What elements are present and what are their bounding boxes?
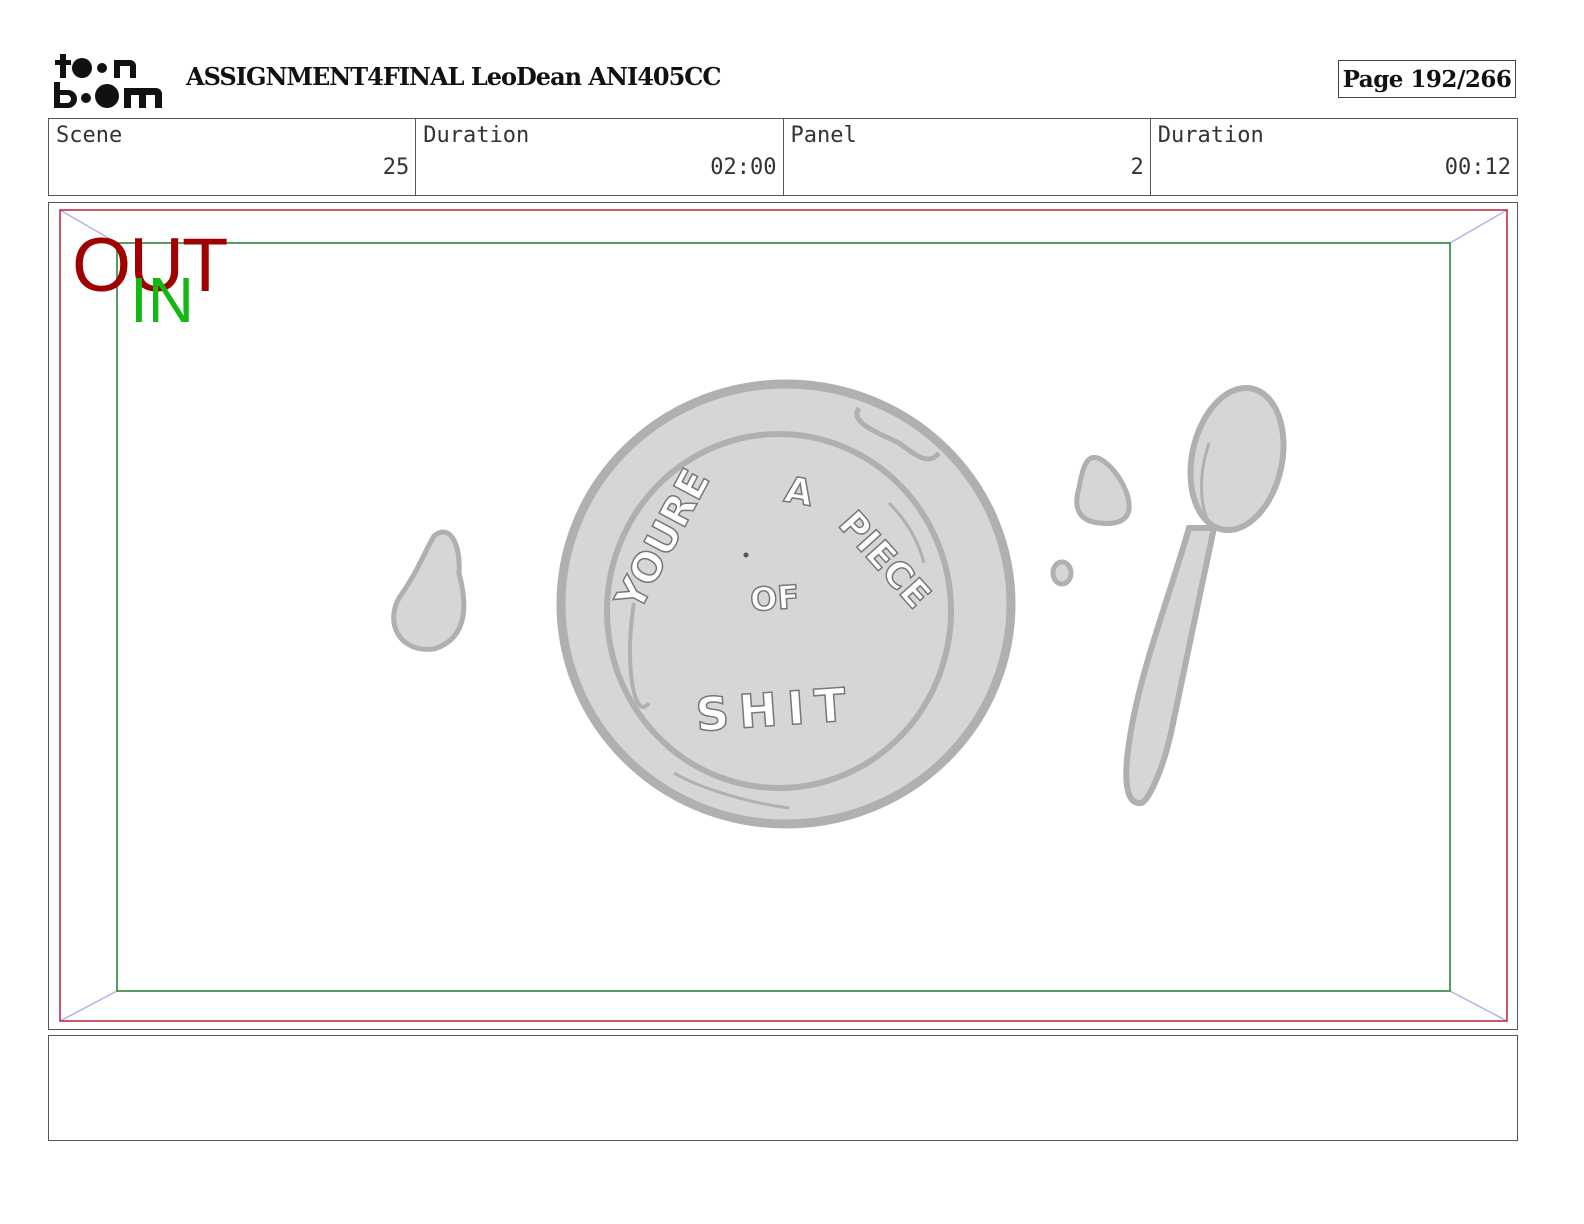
panel-duration-cell: Duration 00:12 xyxy=(1151,119,1517,195)
toon-boom-logo xyxy=(54,54,162,108)
document-title: ASSIGNMENT4FINAL LeoDean ANI405CC xyxy=(186,62,722,91)
scene-label: Scene xyxy=(56,123,123,148)
panel-duration-label: Duration xyxy=(1157,123,1264,148)
panel-cell: Panel 2 xyxy=(784,119,1151,195)
svg-text:OF: OF xyxy=(749,578,801,619)
in-frame-label: IN xyxy=(130,264,194,336)
scene-info-row: Scene 25 Duration 02:00 Panel 2 Duration… xyxy=(48,118,1518,196)
scene-duration-cell: Duration 02:00 xyxy=(416,119,784,195)
scene-duration-value: 02:00 xyxy=(710,155,777,180)
scene-duration-label: Duration xyxy=(423,123,530,148)
panel-value: 2 xyxy=(1130,155,1144,180)
page-number: Page 192/266 xyxy=(1338,60,1516,98)
panel-label: Panel xyxy=(790,123,857,148)
storyboard-panel: YOURE A PIECE OF SHIT xyxy=(48,202,1518,1030)
scene-cell: Scene 25 xyxy=(49,119,417,195)
spoon-sketch xyxy=(1123,384,1287,807)
panel-drawing: YOURE A PIECE OF SHIT xyxy=(59,209,1508,1022)
svg-text:SHIT: SHIT xyxy=(694,677,858,742)
scene-value: 25 xyxy=(382,155,410,180)
panel-notes-box xyxy=(48,1035,1518,1141)
panel-duration-value: 00:12 xyxy=(1444,155,1511,180)
